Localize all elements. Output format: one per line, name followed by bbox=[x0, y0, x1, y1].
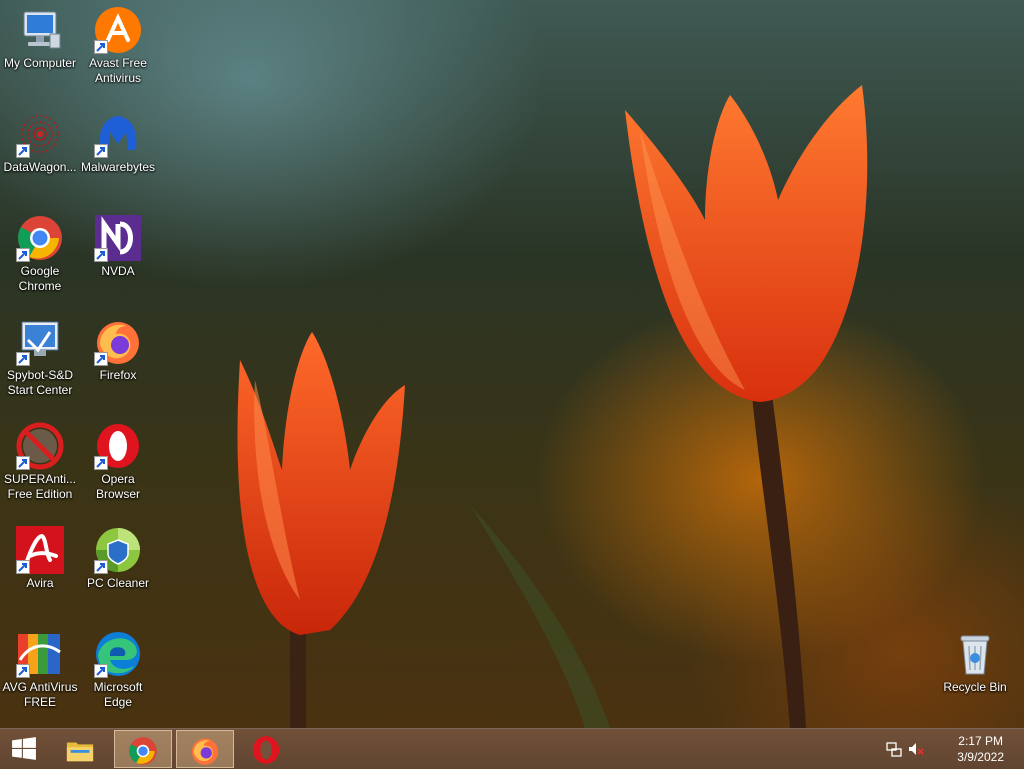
firefox-icon bbox=[191, 738, 219, 765]
volume-muted-icon[interactable] bbox=[908, 741, 924, 757]
clock-time: 2:17 PM bbox=[958, 734, 1003, 748]
desktop-icon-label: Microsoft Edge bbox=[93, 680, 143, 709]
desktop-icon-label: Malwarebytes bbox=[80, 160, 156, 174]
spybot-icon bbox=[16, 318, 64, 366]
desktop-icon-label: DataWagon... bbox=[3, 160, 77, 174]
taskbar-opera[interactable] bbox=[238, 730, 296, 768]
datawagon-icon bbox=[16, 110, 64, 158]
desktop-icon-avg[interactable]: AVG AntiVirus FREE bbox=[0, 624, 80, 724]
shortcut-arrow-icon bbox=[94, 352, 108, 366]
desktop-icon-label: Recycle Bin bbox=[943, 680, 1007, 694]
taskbar-firefox[interactable] bbox=[176, 730, 234, 768]
desktop-icon-malwarebytes[interactable]: Malwarebytes bbox=[78, 104, 158, 204]
shortcut-arrow-icon bbox=[16, 664, 30, 678]
desktop-icon-label: Spybot-S&D Start Center bbox=[6, 368, 74, 397]
edge-icon bbox=[94, 630, 142, 678]
desktop-icon-spybot[interactable]: Spybot-S&D Start Center bbox=[0, 312, 80, 412]
desktop-icon-label: SUPERAnti... Free Edition bbox=[3, 472, 77, 501]
desktop-icon-label: Firefox bbox=[99, 368, 137, 382]
shortcut-arrow-icon bbox=[16, 352, 30, 366]
clock-date: 3/9/2022 bbox=[957, 750, 1004, 764]
shortcut-arrow-icon bbox=[94, 456, 108, 470]
recycle-bin-icon bbox=[951, 630, 999, 678]
desktop-icon-my-computer[interactable]: My Computer bbox=[0, 0, 80, 100]
avast-icon bbox=[94, 6, 142, 54]
computer-icon bbox=[16, 6, 64, 54]
taskbar: 2:17 PM 3/9/2022 bbox=[0, 728, 1024, 769]
network-icon[interactable] bbox=[886, 741, 902, 757]
avira-icon bbox=[16, 526, 64, 574]
desktop-icon-google-chrome[interactable]: Google Chrome bbox=[0, 208, 80, 308]
taskbar-file-explorer[interactable] bbox=[52, 730, 110, 768]
avg-icon bbox=[16, 630, 64, 678]
desktop-icon-label: Avast Free Antivirus bbox=[89, 56, 147, 85]
windows-logo-icon bbox=[12, 737, 36, 760]
pc-cleaner-icon bbox=[94, 526, 142, 574]
nvda-icon bbox=[94, 214, 142, 262]
desktop-icon-label: Avira bbox=[26, 576, 54, 590]
desktop-icon-label: Google Chrome bbox=[18, 264, 62, 293]
shortcut-arrow-icon bbox=[94, 560, 108, 574]
superantispyware-icon bbox=[16, 422, 64, 470]
desktop-icon-opera[interactable]: Opera Browser bbox=[78, 416, 158, 516]
shortcut-arrow-icon bbox=[16, 560, 30, 574]
shortcut-arrow-icon bbox=[94, 144, 108, 158]
desktop-icon-firefox[interactable]: Firefox bbox=[78, 312, 158, 412]
desktop-icon-label: Opera Browser bbox=[95, 472, 140, 501]
firefox-icon bbox=[94, 318, 142, 366]
system-tray: 2:17 PM 3/9/2022 bbox=[884, 729, 1024, 769]
chrome-icon bbox=[16, 214, 64, 262]
shortcut-arrow-icon bbox=[94, 248, 108, 262]
desktop-icon-pc-cleaner[interactable]: PC Cleaner bbox=[78, 520, 158, 620]
shortcut-arrow-icon bbox=[94, 40, 108, 54]
opera-icon bbox=[94, 422, 142, 470]
desktop-icon-avast[interactable]: Avast Free Antivirus bbox=[78, 0, 158, 100]
shortcut-arrow-icon bbox=[16, 456, 30, 470]
desktop-icon-recycle-bin[interactable]: Recycle Bin bbox=[935, 624, 1015, 724]
shortcut-arrow-icon bbox=[94, 664, 108, 678]
malwarebytes-icon bbox=[94, 110, 142, 158]
desktop-icon-label: AVG AntiVirus FREE bbox=[2, 680, 78, 709]
shortcut-arrow-icon bbox=[16, 144, 30, 158]
desktop-icon-datawagon[interactable]: DataWagon... bbox=[0, 104, 80, 204]
taskbar-clock[interactable]: 2:17 PM 3/9/2022 bbox=[957, 733, 1004, 765]
desktop-icon-superantispyware[interactable]: SUPERAnti... Free Edition bbox=[0, 416, 80, 516]
desktop-icon-microsoft-edge[interactable]: Microsoft Edge bbox=[78, 624, 158, 724]
desktop-icon-label: PC Cleaner bbox=[86, 576, 150, 590]
desktop-icon-label: NVDA bbox=[101, 264, 135, 278]
taskbar-google-chrome[interactable] bbox=[114, 730, 172, 768]
chrome-icon bbox=[129, 737, 157, 765]
desktop-icon-nvda[interactable]: NVDA bbox=[78, 208, 158, 308]
start-button[interactable] bbox=[0, 729, 48, 769]
shortcut-arrow-icon bbox=[16, 248, 30, 262]
opera-icon bbox=[252, 736, 280, 764]
desktop-icon-label: My Computer bbox=[3, 56, 77, 70]
file-explorer-icon bbox=[66, 742, 94, 762]
desktop-icon-avira[interactable]: Avira bbox=[0, 520, 80, 620]
